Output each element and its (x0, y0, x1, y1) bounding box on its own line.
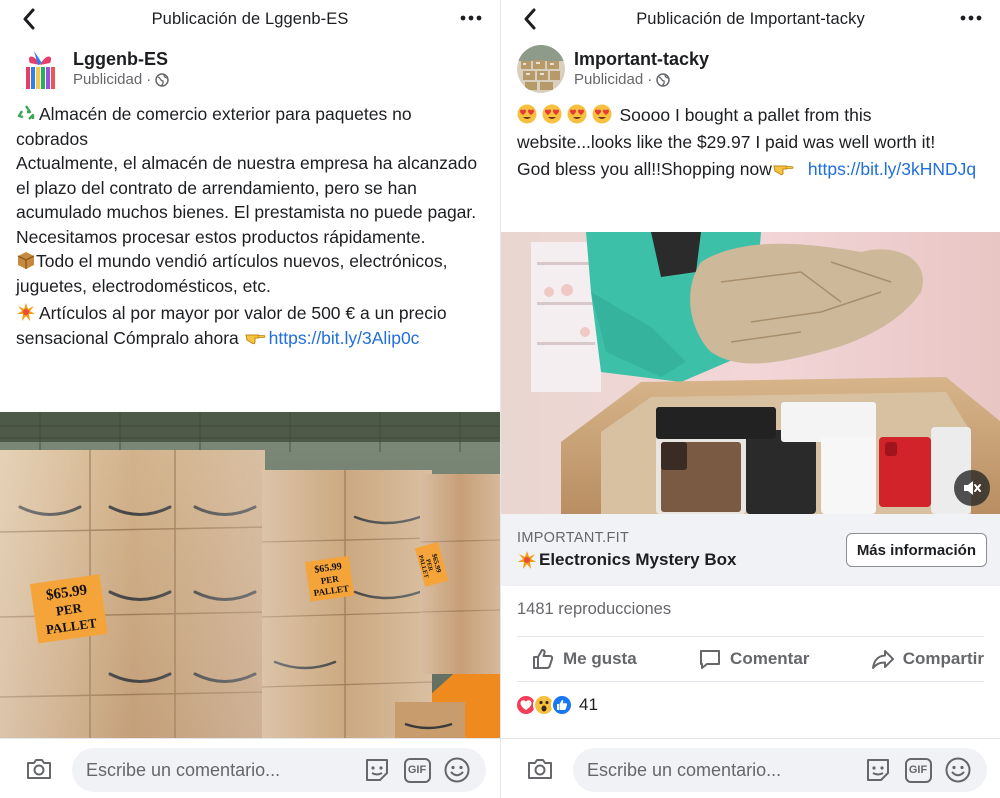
camera-button[interactable] (24, 756, 54, 782)
separator-dot: · (647, 71, 653, 88)
sticker-button[interactable] (362, 755, 392, 785)
sponsored-label: Publicidad · (574, 70, 709, 90)
page-title: Publicación de Important-tacky (636, 9, 865, 28)
sponsored-text: Publicidad (73, 71, 143, 88)
sponsored-text: Publicidad (574, 71, 644, 88)
emoji-button[interactable] (943, 755, 973, 785)
post-image[interactable]: $65.99 PER PALLET $65.99 PER PALLET $65.… (0, 412, 500, 740)
post-link[interactable]: https://bit.ly/3Alip0c (269, 328, 420, 348)
heart-eyes-emojis (517, 104, 620, 125)
post-line-2: God bless you all!!Shopping now (517, 159, 772, 179)
gif-button[interactable]: GIF (903, 755, 933, 785)
more-dots-icon (460, 15, 482, 21)
avatar-photo-icon (517, 45, 565, 93)
more-options-button[interactable] (958, 10, 984, 26)
post-header: Lggenb-ES Publicidad · (0, 38, 500, 100)
top-bar: Publicación de Important-tacky (501, 0, 1000, 38)
chevron-left-icon (23, 8, 35, 30)
link-domain: IMPORTANT.FIT (517, 530, 630, 546)
link-title-text: Electronics Mystery Box (539, 550, 737, 569)
mute-button[interactable] (954, 470, 990, 506)
recycle-icon (16, 103, 36, 123)
page-title: Publicación de Lggenb-ES (151, 9, 349, 28)
left-post-screen: Publicación de Lggenb-ES Lggenb-ES Publi… (0, 0, 500, 798)
sticker-icon (366, 759, 388, 781)
action-bar: Me gusta Comentar Compartir (517, 636, 984, 682)
page-name[interactable]: Important-tacky (574, 48, 709, 70)
price-sign-left: $65.99 PER PALLET (30, 574, 108, 644)
link-title: Electronics Mystery Box (517, 550, 736, 570)
thumbs-up-icon (533, 649, 554, 669)
reaction-count: 41 (579, 695, 598, 714)
more-options-button[interactable] (458, 10, 484, 26)
comment-bar: GIF (501, 738, 1000, 798)
view-count: 1481 reproducciones (517, 600, 672, 618)
gif-icon: GIF (904, 757, 932, 783)
camera-icon (528, 758, 552, 779)
price-sign-middle: $65.99 PER PALLET (305, 555, 355, 602)
camera-icon (27, 758, 51, 779)
more-info-button[interactable]: Más información (845, 533, 987, 567)
heart-eyes-icon (567, 104, 587, 124)
post-text: Almacén de comercio exterior para paquet… (0, 102, 500, 350)
smiley-icon (444, 757, 470, 783)
post-line-1: Almacén de comercio exterior para paquet… (16, 104, 412, 149)
emoji-button[interactable] (442, 755, 472, 785)
gift-logo-icon (24, 51, 56, 89)
globe-icon (656, 73, 670, 87)
globe-icon (155, 73, 169, 87)
pointing-hand-icon (245, 334, 266, 344)
post-line-3: Todo el mundo vendió artículos nuevos, e… (16, 251, 448, 296)
avatar[interactable] (16, 45, 64, 93)
reactions-summary[interactable]: 41 (515, 694, 598, 716)
camera-button[interactable] (525, 756, 555, 782)
post-text: Soooo I bought a pallet from this websit… (501, 102, 1000, 183)
post-line-2: Actualmente, el almacén de nuestra empre… (16, 153, 478, 247)
like-label: Me gusta (563, 649, 637, 668)
separator-dot: · (146, 71, 152, 88)
like-reaction-icon (551, 694, 573, 716)
mystery-box-video-frame (501, 232, 1000, 514)
sticker-button[interactable] (863, 755, 893, 785)
page-name[interactable]: Lggenb-ES (73, 48, 169, 70)
comment-bubble-icon (700, 650, 721, 669)
smiley-icon (945, 757, 971, 783)
share-button[interactable]: Compartir (871, 647, 984, 671)
heart-eyes-icon (542, 104, 562, 124)
post-link[interactable]: https://bit.ly/3kHNDJq (808, 159, 976, 179)
pallet-boxes-image: $65.99 PER PALLET $65.99 PER PALLET $65.… (0, 412, 500, 740)
gif-button[interactable]: GIF (402, 755, 432, 785)
package-icon (17, 252, 35, 269)
share-label: Compartir (902, 649, 984, 668)
like-button[interactable]: Me gusta (531, 647, 637, 671)
back-button[interactable] (517, 6, 543, 32)
sponsored-label: Publicidad · (73, 70, 169, 90)
top-bar: Publicación de Lggenb-ES (0, 0, 500, 38)
speaker-muted-icon (964, 481, 981, 495)
chevron-left-icon (524, 8, 536, 30)
sticker-icon (867, 759, 889, 781)
collision-icon (518, 551, 536, 569)
pointing-hand-icon (773, 165, 794, 176)
post-header: Important-tacky Publicidad · (501, 38, 1000, 100)
comment-button[interactable]: Comentar (698, 647, 809, 671)
share-arrow-icon (871, 650, 894, 669)
avatar[interactable] (517, 45, 565, 93)
collision-icon (17, 303, 35, 321)
heart-eyes-icon (592, 104, 612, 124)
comment-bar: GIF (0, 738, 500, 798)
post-video[interactable] (501, 232, 1000, 514)
more-dots-icon (960, 15, 982, 21)
gif-icon: GIF (403, 757, 431, 783)
right-post-screen: Publicación de Important-tacky Important… (500, 0, 1000, 798)
back-button[interactable] (16, 6, 42, 32)
link-preview-card[interactable]: IMPORTANT.FIT Electronics Mystery Box Má… (501, 514, 1000, 586)
comment-label: Comentar (730, 649, 810, 668)
heart-eyes-icon (517, 104, 537, 124)
